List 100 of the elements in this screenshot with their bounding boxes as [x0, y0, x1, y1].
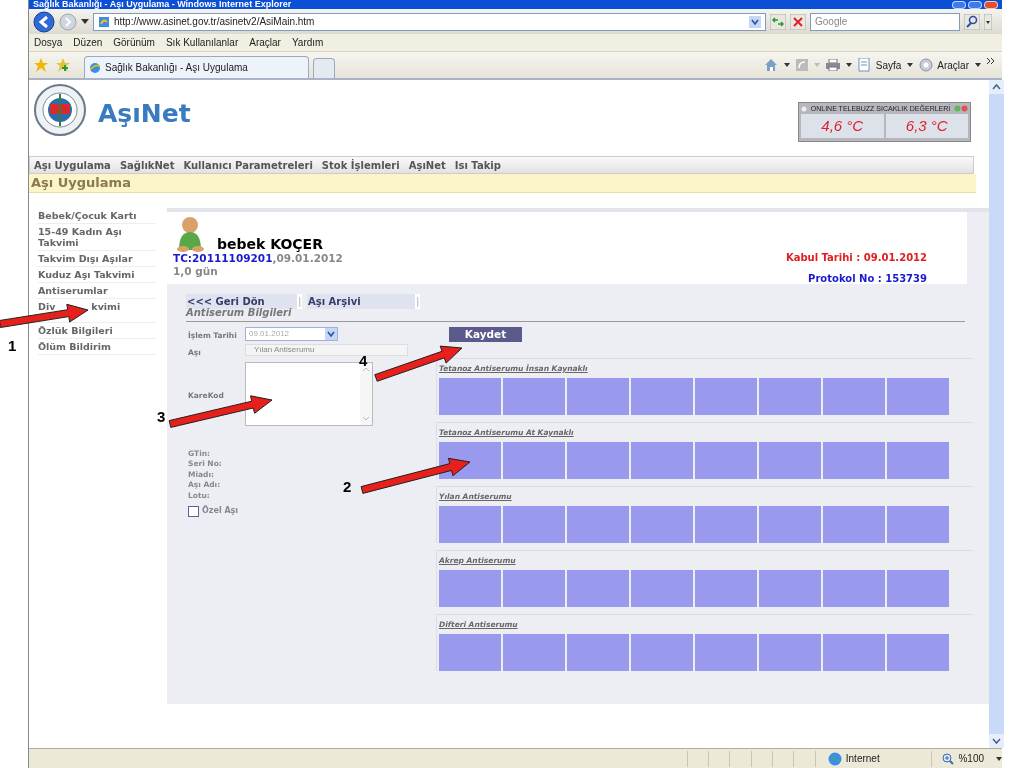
menu-item[interactable]: Yardım	[291, 35, 324, 50]
vaccine-tile[interactable]	[631, 442, 693, 479]
caret-icon	[907, 63, 914, 67]
vaccine-tile[interactable]	[631, 570, 693, 607]
new-tab-button[interactable]	[313, 58, 335, 78]
tab-separator: |	[415, 293, 420, 309]
vaccine-tile[interactable]	[503, 378, 565, 415]
browser-icon	[89, 61, 101, 74]
sidebar-item[interactable]: Div	[38, 301, 56, 312]
feed-icon	[795, 59, 808, 71]
sidebar-item[interactable]: Kuduz Aşı Takvimi	[38, 267, 156, 283]
nav-link[interactable]: Isı Takip	[454, 157, 501, 173]
url-text: http://www.asinet.gov.tr/asinetv2/AsiMain.htm	[114, 15, 315, 29]
annotation-number: 1	[8, 338, 17, 354]
gear-icon	[919, 58, 934, 72]
patient-name: bebek KOÇER	[217, 236, 323, 252]
menu-item[interactable]: Dosya	[34, 35, 63, 50]
forward-icon	[59, 12, 77, 31]
vaccine-tile[interactable]	[887, 378, 949, 415]
browser-tab[interactable]: Sağlık Bakanlığı - Aşı Uygulama	[84, 56, 309, 78]
caret-icon	[783, 63, 790, 67]
vaccine-tile[interactable]	[759, 378, 821, 415]
vaccine-tile[interactable]	[631, 378, 693, 415]
vaccine-tile[interactable]	[759, 506, 821, 543]
vaccine-tile[interactable]	[887, 570, 949, 607]
search-field[interactable]: Google	[810, 12, 960, 31]
vaccine-tile[interactable]	[695, 570, 757, 607]
temperature-reading: 4,6 °C	[821, 115, 864, 136]
vaccine-tile[interactable]	[567, 570, 629, 607]
vaccine-tile[interactable]	[759, 442, 821, 479]
minimize-button[interactable]	[952, 0, 966, 9]
temperature-reading: 6,3 °C	[905, 115, 948, 136]
dropdown-icon	[749, 15, 761, 28]
vaccine-tile[interactable]	[887, 442, 949, 479]
sidebar-item[interactable]: Antiserumlar	[38, 283, 156, 299]
caret-icon	[984, 13, 992, 30]
close-button[interactable]	[984, 0, 998, 9]
vaccine-tile[interactable]	[823, 442, 885, 479]
vaccine-tile[interactable]	[823, 378, 885, 415]
vaccine-tile[interactable]	[823, 634, 885, 671]
vaccine-tile[interactable]	[439, 378, 501, 415]
vaccine-tile[interactable]	[503, 506, 565, 543]
nav-link[interactable]: SağlıkNet	[119, 157, 175, 173]
nav-link[interactable]: Aşı Uygulama	[34, 157, 111, 173]
nav-link[interactable]: Stok İşlemleri	[321, 157, 400, 173]
vaccine-tile[interactable]	[695, 506, 757, 543]
vaccine-tile[interactable]	[695, 442, 757, 479]
vaccine-tile[interactable]	[503, 634, 565, 671]
vaccine-tile[interactable]	[439, 506, 501, 543]
menu-item[interactable]: Düzen	[73, 35, 103, 50]
address-field[interactable]: http://www.asinet.gov.tr/asinetv2/AsiMain.htm	[93, 12, 766, 31]
dropdown-icon	[325, 328, 337, 340]
sidebar-item[interactable]: 15-49 Kadın Aşı Takvimi	[38, 224, 156, 251]
vaccine-tile[interactable]	[823, 570, 885, 607]
sidebar-item[interactable]: Takvim Dışı Aşılar	[38, 251, 156, 267]
menu-item[interactable]: Görünüm	[113, 35, 155, 50]
maximize-button[interactable]	[968, 0, 982, 9]
vaccine-tile[interactable]	[439, 634, 501, 671]
zoom-control[interactable]: %100	[932, 751, 1002, 766]
vaccine-tile[interactable]	[567, 506, 629, 543]
emblem-icon	[34, 84, 86, 136]
sidebar-item[interactable]: Ölüm Bildirim	[38, 339, 156, 355]
tab-link[interactable]: <<< Geri Dön	[186, 293, 298, 309]
vaccine-tile[interactable]	[887, 634, 949, 671]
vaccine-dropdown[interactable]: Yılan Antiserumu	[245, 344, 408, 357]
vaccine-tile[interactable]	[695, 634, 757, 671]
vaccine-tile[interactable]	[759, 634, 821, 671]
menu-item[interactable]: Araçlar	[249, 35, 281, 50]
section-title: Aşı Uygulama	[31, 174, 131, 193]
tab-link[interactable]: Aşı Arşivi	[307, 293, 416, 309]
vaccine-tile[interactable]	[503, 442, 565, 479]
sidebar-item[interactable]: Bebek/Çocuk Kartı	[38, 208, 156, 224]
vaccine-tile[interactable]	[567, 634, 629, 671]
vaccine-tile[interactable]	[887, 506, 949, 543]
vaccine-tile[interactable]	[503, 570, 565, 607]
toolbar-button[interactable]: Sayfa	[857, 57, 902, 73]
save-button[interactable]: Kaydet	[449, 327, 522, 342]
vaccine-tile[interactable]	[567, 378, 629, 415]
vaccine-tile[interactable]	[823, 506, 885, 543]
vaccine-tile[interactable]	[695, 378, 757, 415]
page-icon	[98, 15, 110, 28]
sidebar-item[interactable]: Özlük Bilgileri	[38, 323, 156, 339]
caret-icon	[81, 18, 89, 25]
toolbar-button[interactable]: Araçlar	[919, 57, 969, 73]
page-icon	[857, 58, 872, 72]
nav-link[interactable]: AşıNet	[408, 157, 446, 173]
vaccine-tile[interactable]	[631, 506, 693, 543]
checkbox-label: Özel Aşı	[202, 505, 239, 517]
vaccine-tile[interactable]	[439, 570, 501, 607]
protocol-number: Protokol No : 153739	[808, 272, 927, 286]
menu-item[interactable]: Sık Kullanılanlar	[165, 35, 239, 50]
zoom-icon	[942, 752, 955, 765]
sidebar-item[interactable]: kvimi	[91, 301, 121, 312]
vaccine-tile[interactable]	[631, 634, 693, 671]
scrollbar[interactable]	[989, 80, 1004, 748]
vaccine-tile[interactable]	[567, 442, 629, 479]
nav-link[interactable]: Kullanıcı Parametreleri	[183, 157, 313, 173]
checkbox[interactable]	[188, 505, 199, 517]
vaccine-tile[interactable]	[759, 570, 821, 607]
site-logo: AşıNet	[98, 98, 191, 130]
